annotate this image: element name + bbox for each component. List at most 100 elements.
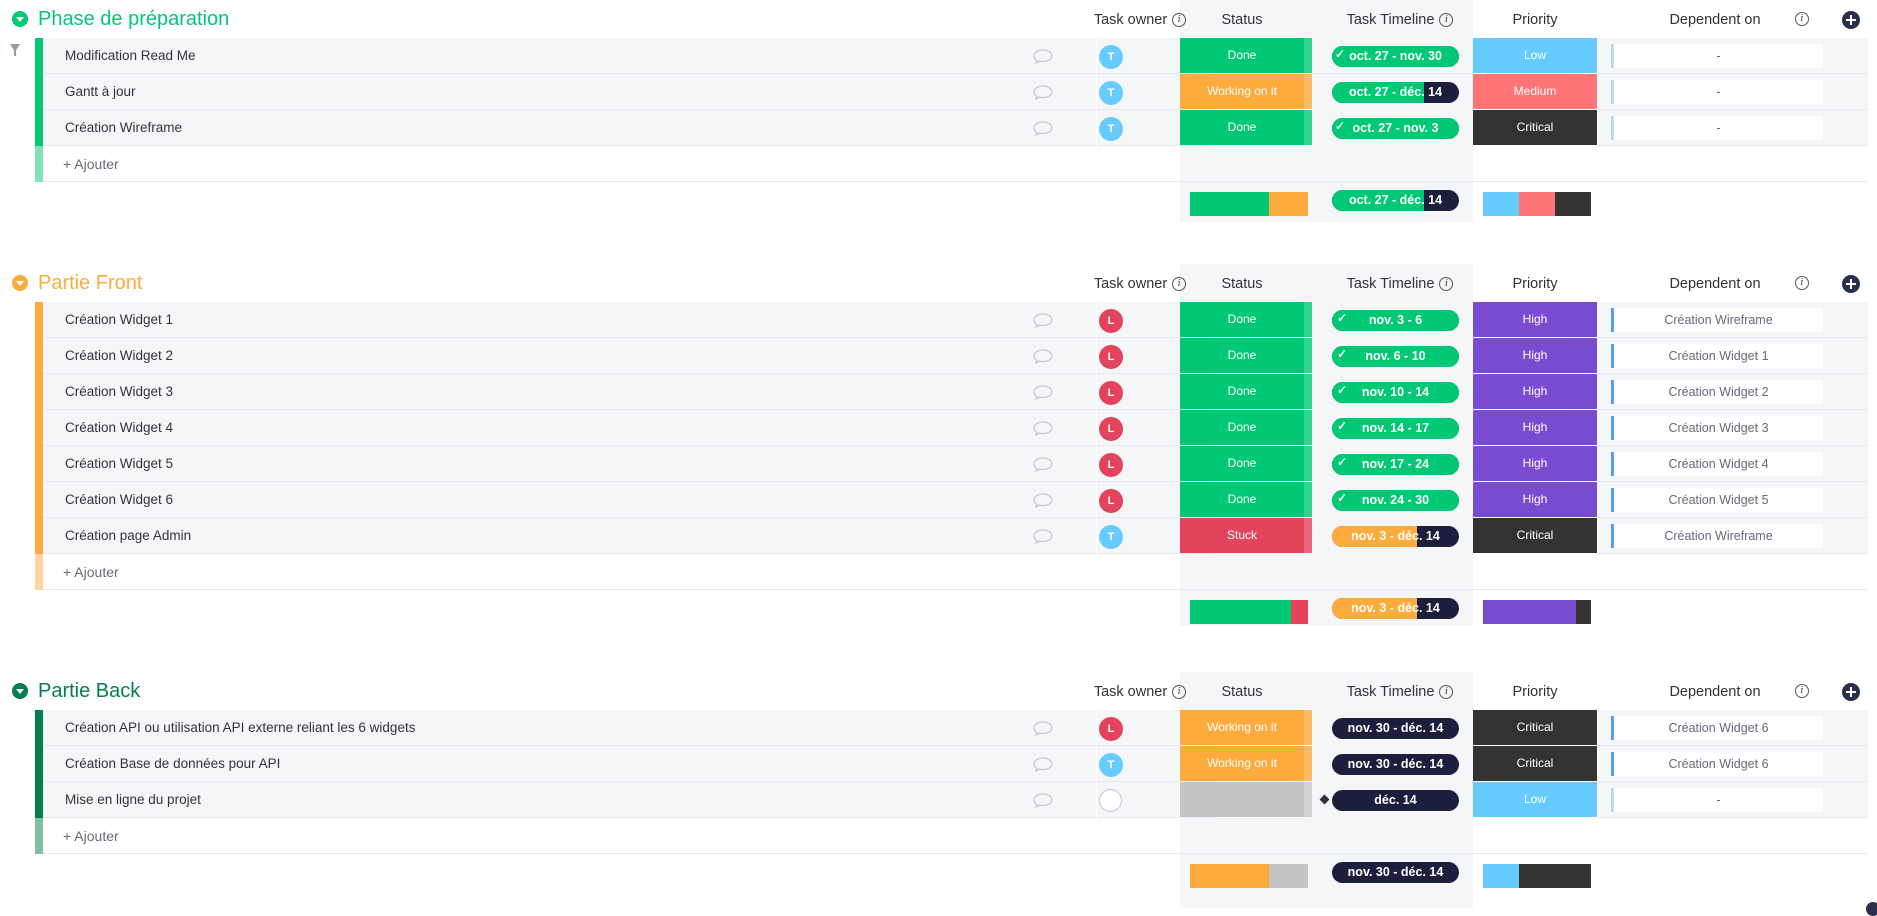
priority-label[interactable]: High — [1473, 374, 1597, 409]
status-label[interactable] — [1180, 782, 1304, 817]
status-summary-bar[interactable] — [1190, 600, 1308, 624]
status-summary-bar[interactable] — [1190, 192, 1308, 216]
task-name[interactable]: Création Widget 5 — [65, 456, 173, 471]
status-label[interactable]: Done — [1180, 110, 1304, 145]
task-name-cell[interactable]: Mise en ligne du projet — [43, 782, 1096, 818]
task-name-cell[interactable]: Création Widget 1 — [43, 302, 1096, 338]
status-label[interactable]: Stuck — [1180, 518, 1304, 553]
table-row[interactable]: Création Widget 1 L Done nov. 3 - 6 ✓ High Cré… — [35, 302, 1868, 338]
task-name[interactable]: Création Wireframe — [65, 120, 182, 135]
task-name-cell[interactable]: Création Widget 2 — [43, 338, 1096, 374]
table-row[interactable]: Mise en ligne du projet déc. 14 Low - — [35, 782, 1868, 818]
add-group-icon[interactable] — [1866, 902, 1877, 916]
column-header-status[interactable]: Status — [1180, 12, 1304, 28]
collapse-group-icon[interactable] — [12, 683, 28, 699]
priority-summary-bar[interactable] — [1483, 600, 1591, 624]
table-row[interactable]: Création Wireframe T Done oct. 27 - nov.… — [35, 110, 1868, 146]
info-icon[interactable]: i — [1795, 276, 1809, 290]
task-name[interactable]: Création page Admin — [65, 528, 191, 543]
status-label[interactable]: Done — [1180, 38, 1304, 73]
group-title[interactable]: Partie Back — [38, 680, 140, 703]
comment-bubble-icon[interactable] — [1033, 493, 1053, 508]
comment-bubble-icon[interactable] — [1033, 85, 1053, 100]
table-row[interactable]: Création Base de données pour API T Workin… — [35, 746, 1868, 782]
timeline-summary-pill[interactable]: nov. 30 - déc. 14 — [1332, 862, 1459, 883]
status-summary-bar[interactable] — [1190, 864, 1308, 888]
task-name-cell[interactable]: Création API ou utilisation API externe … — [43, 710, 1096, 746]
column-header-timeline[interactable]: Task Timeline i — [1330, 12, 1470, 28]
comment-bubble-icon[interactable] — [1033, 349, 1053, 364]
task-name-cell[interactable]: Création page Admin — [43, 518, 1096, 554]
collapse-group-icon[interactable] — [12, 11, 28, 27]
avatar[interactable]: L — [1099, 345, 1123, 369]
column-header-timeline[interactable]: Task Timeline i — [1330, 276, 1470, 292]
task-name[interactable]: Création Widget 4 — [65, 420, 173, 435]
table-row[interactable]: Création Widget 6 L Done nov. 24 - 30 ✓ High C… — [35, 482, 1868, 518]
table-row[interactable]: Création Widget 3 L Done nov. 10 - 14 ✓ High C… — [35, 374, 1868, 410]
comment-bubble-icon[interactable] — [1033, 721, 1053, 736]
avatar[interactable]: T — [1099, 753, 1123, 777]
timeline-pill[interactable]: déc. 14 — [1332, 790, 1459, 811]
comment-bubble-icon[interactable] — [1033, 421, 1053, 436]
priority-label[interactable]: High — [1473, 302, 1597, 337]
status-label[interactable]: Done — [1180, 374, 1304, 409]
timeline-pill[interactable]: nov. 30 - déc. 14 — [1332, 754, 1459, 775]
timeline-pill[interactable]: nov. 3 - 6 — [1332, 310, 1459, 331]
priority-label[interactable]: High — [1473, 410, 1597, 445]
empty-avatar-icon[interactable] — [1099, 789, 1122, 812]
task-name-cell[interactable]: Création Widget 4 — [43, 410, 1096, 446]
info-icon[interactable]: i — [1439, 13, 1454, 28]
table-row[interactable]: Gantt à jour T Working on it oct. 27 - d… — [35, 74, 1868, 110]
task-name-cell[interactable]: Modification Read Me — [43, 38, 1096, 74]
priority-label[interactable]: Low — [1473, 38, 1597, 73]
avatar[interactable]: L — [1099, 381, 1123, 405]
status-label[interactable]: Done — [1180, 446, 1304, 481]
add-column-icon[interactable] — [1842, 683, 1860, 701]
timeline-pill[interactable]: oct. 27 - nov. 3 — [1332, 118, 1459, 139]
priority-label[interactable]: High — [1473, 338, 1597, 373]
task-name[interactable]: Création Widget 2 — [65, 348, 173, 363]
priority-label[interactable]: High — [1473, 482, 1597, 517]
info-icon[interactable]: i — [1439, 277, 1454, 292]
column-header-status[interactable]: Status — [1180, 684, 1304, 700]
avatar[interactable]: T — [1099, 81, 1123, 105]
comment-bubble-icon[interactable] — [1033, 313, 1053, 328]
column-header-dependent[interactable]: Dependent on — [1640, 276, 1790, 292]
avatar[interactable]: L — [1099, 309, 1123, 333]
task-name[interactable]: Gantt à jour — [65, 84, 136, 99]
table-row[interactable]: Création Widget 5 L Done nov. 17 - 24 ✓ High C… — [35, 446, 1868, 482]
avatar[interactable]: L — [1099, 417, 1123, 441]
timeline-pill[interactable]: nov. 17 - 24 — [1332, 454, 1459, 475]
collapse-group-icon[interactable] — [12, 275, 28, 291]
timeline-pill[interactable]: oct. 27 - déc. 14 — [1332, 82, 1459, 103]
timeline-pill[interactable]: nov. 10 - 14 — [1332, 382, 1459, 403]
priority-summary-bar[interactable] — [1483, 192, 1591, 216]
comment-bubble-icon[interactable] — [1033, 49, 1053, 64]
task-name-cell[interactable]: Création Widget 5 — [43, 446, 1096, 482]
info-icon[interactable]: i — [1795, 12, 1809, 26]
timeline-pill[interactable]: nov. 6 - 10 — [1332, 346, 1459, 367]
table-row[interactable]: Création page Admin T Stuck nov. 3 - déc. 1… — [35, 518, 1868, 554]
column-header-timeline[interactable]: Task Timeline i — [1330, 684, 1470, 700]
priority-summary-bar[interactable] — [1483, 864, 1591, 888]
priority-label[interactable]: Critical — [1473, 110, 1597, 145]
column-header-priority[interactable]: Priority — [1473, 12, 1597, 28]
status-label[interactable]: Done — [1180, 482, 1304, 517]
priority-label[interactable]: Critical — [1473, 710, 1597, 745]
avatar[interactable]: T — [1099, 525, 1123, 549]
status-label[interactable]: Done — [1180, 302, 1304, 337]
column-header-status[interactable]: Status — [1180, 276, 1304, 292]
task-name-cell[interactable]: Gantt à jour — [43, 74, 1096, 110]
table-row[interactable]: Création Widget 4 L Done nov. 14 - 17 ✓ High C… — [35, 410, 1868, 446]
task-name[interactable]: Création Widget 1 — [65, 312, 173, 327]
task-name[interactable]: Création Base de données pour API — [65, 756, 280, 771]
timeline-summary-pill[interactable]: nov. 3 - déc. 14 — [1332, 598, 1459, 619]
timeline-pill[interactable]: nov. 14 - 17 — [1332, 418, 1459, 439]
comment-bubble-icon[interactable] — [1033, 121, 1053, 136]
table-row[interactable]: Création API ou utilisation API externe … — [35, 710, 1868, 746]
add-item-row[interactable]: + Ajouter — [35, 554, 1867, 590]
table-row[interactable]: Création Widget 2 L Done nov. 6 - 10 ✓ High Cr… — [35, 338, 1868, 374]
priority-label[interactable]: Medium — [1473, 74, 1597, 109]
task-name[interactable]: Mise en ligne du projet — [65, 792, 201, 807]
add-item-button[interactable]: + Ajouter — [63, 564, 119, 580]
